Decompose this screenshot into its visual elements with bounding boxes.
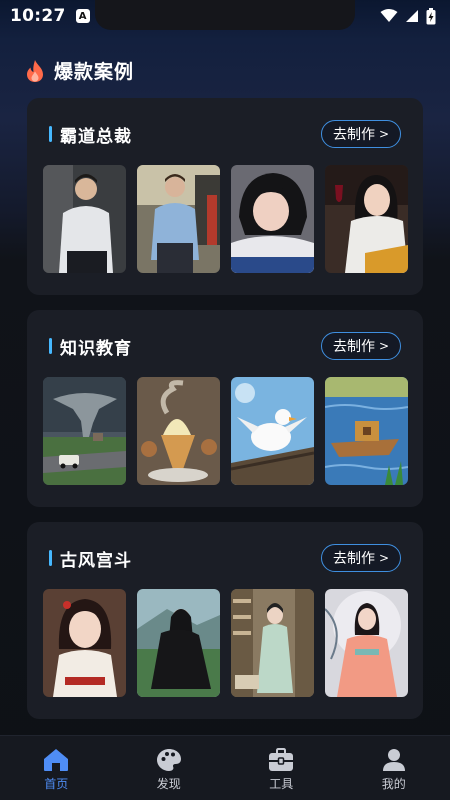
case-card-education: 知识教育 去制作 > [27, 310, 423, 507]
tab-label: 工具 [269, 777, 294, 791]
fire-icon [27, 59, 43, 82]
home-icon [44, 749, 69, 771]
ancient-library-image[interactable] [231, 589, 314, 697]
tab-label: 我的 [381, 777, 406, 791]
case-card-ceo: 霸道总裁 去制作 > [27, 98, 423, 295]
tab-label: 发现 [156, 777, 181, 791]
make-button-label: 去制作 [332, 339, 375, 355]
title-accent-bar [49, 550, 52, 566]
tornado-village-image[interactable] [43, 377, 126, 485]
battery-charging-icon [426, 7, 436, 24]
toolbox-icon [269, 748, 294, 771]
chevron-right-icon: > [378, 127, 390, 141]
tab-label: 首页 [44, 777, 69, 791]
make-button[interactable]: 去制作 > [321, 544, 401, 572]
person-icon [382, 749, 405, 771]
tab-tools[interactable]: 工具 [225, 736, 338, 800]
section-header: 爆款案例 [24, 57, 134, 84]
wifi-icon [380, 9, 398, 22]
title-accent-bar [49, 126, 52, 142]
white-duck-roof-image[interactable] [231, 377, 314, 485]
title-accent-bar [49, 338, 52, 354]
woman-wine-image[interactable] [325, 165, 408, 273]
man-white-shirt-image[interactable] [43, 165, 126, 273]
palette-icon [156, 749, 181, 771]
make-button-label: 去制作 [332, 127, 375, 143]
card-title: 知识教育 [60, 339, 132, 359]
status-bar: 10:27 A [0, 0, 450, 32]
card-title: 霸道总裁 [60, 127, 132, 147]
card-title: 古风宫斗 [60, 551, 132, 571]
make-button[interactable]: 去制作 > [321, 332, 401, 360]
bottom-tab-bar: 首页 发现 工具 我的 [0, 735, 450, 800]
ancient-girl-red-image[interactable] [43, 589, 126, 697]
ice-cream-cone-image[interactable] [137, 377, 220, 485]
ancient-man-black-robe-image[interactable] [137, 589, 220, 697]
make-button-label: 去制作 [332, 551, 375, 567]
make-button[interactable]: 去制作 > [321, 120, 401, 148]
wooden-boat-lake-image[interactable] [325, 377, 408, 485]
case-card-palace: 古风宫斗 去制作 > [27, 522, 423, 719]
chevron-right-icon: > [378, 551, 390, 565]
tab-home[interactable]: 首页 [0, 736, 113, 800]
accessibility-a-icon: A [75, 9, 90, 23]
section-title: 爆款案例 [54, 61, 135, 83]
tab-mine[interactable]: 我的 [338, 736, 450, 800]
woman-lying-image[interactable] [231, 165, 314, 273]
ancient-lady-pink-image[interactable] [325, 589, 408, 697]
signal-icon [406, 10, 418, 22]
status-time: 10:27 [10, 6, 66, 26]
chevron-right-icon: > [378, 339, 390, 353]
man-blue-shirt-street-image[interactable] [137, 165, 220, 273]
tab-discover[interactable]: 发现 [113, 736, 226, 800]
